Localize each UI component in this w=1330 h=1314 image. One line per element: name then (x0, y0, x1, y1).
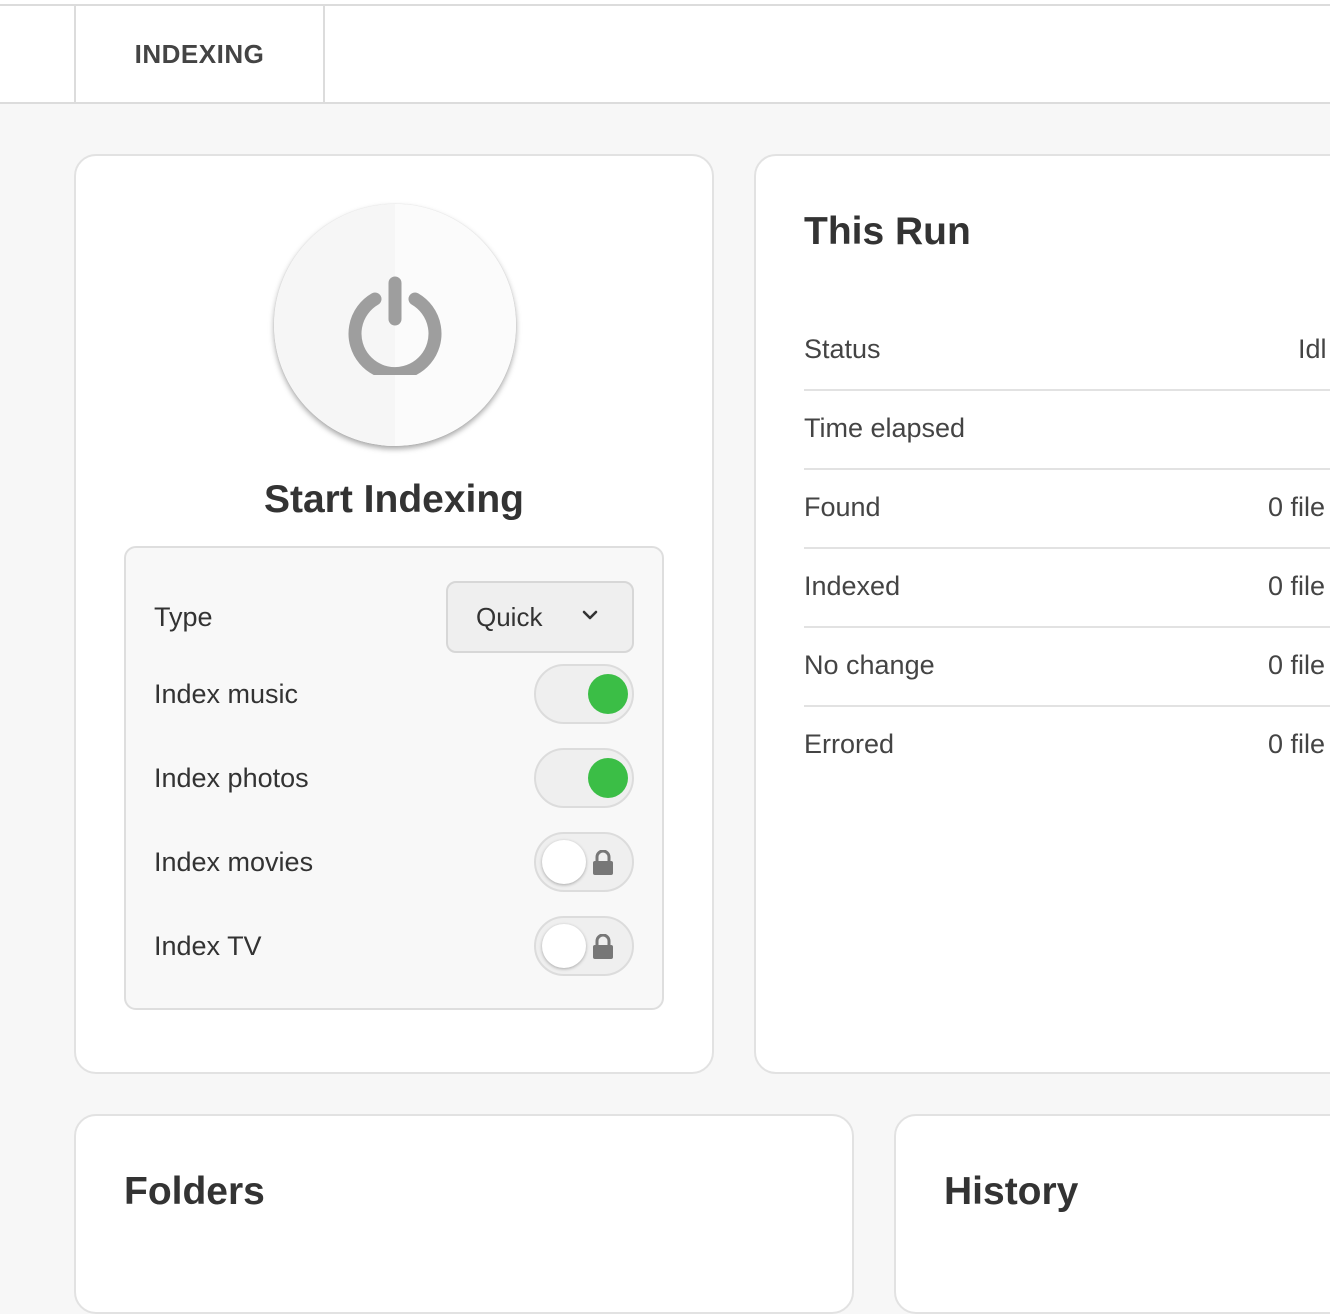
toggle-row-index-tv: Index TV (154, 916, 634, 976)
start-indexing-card: Start Indexing Type Quick Index music In… (74, 154, 714, 1074)
stat-label: Indexed (804, 571, 901, 601)
stat-row-status: Status Idl (804, 312, 1330, 391)
index-tv-toggle[interactable] (534, 916, 634, 976)
toggle-knob (542, 924, 586, 968)
stat-row-errored: Errored 0 file (804, 707, 1330, 786)
index-photos-label: Index photos (154, 762, 309, 793)
stat-value: Idl (1298, 334, 1327, 364)
index-photos-toggle[interactable] (534, 748, 634, 808)
index-movies-label: Index movies (154, 846, 314, 877)
stat-label: Found (804, 492, 881, 522)
toggle-row-index-photos: Index photos (154, 748, 634, 808)
this-run-card: This Run Status Idl Time elapsed Found 0… (754, 154, 1330, 1074)
lock-icon (593, 850, 613, 875)
this-run-title: This Run (804, 210, 971, 253)
index-tv-label: Index TV (154, 930, 262, 961)
tab-bar: INDEXING (0, 6, 1330, 104)
start-indexing-title: Start Indexing (263, 478, 525, 521)
toggle-knob (542, 840, 586, 884)
stat-row-indexed: Indexed 0 file (804, 549, 1330, 628)
toggle-row-index-music: Index music (154, 664, 634, 724)
tab-indexing[interactable]: INDEXING (74, 6, 325, 102)
indexing-options-panel: Type Quick Index music Index photos Inde… (124, 546, 664, 1010)
stat-label: Time elapsed (804, 413, 966, 443)
folders-title: Folders (124, 1170, 265, 1213)
lock-icon (593, 934, 613, 959)
stat-value: 0 file (1268, 729, 1326, 759)
stat-row-no-change: No change 0 file (804, 628, 1330, 707)
stat-label: Errored (804, 729, 895, 759)
type-label: Type (154, 601, 213, 632)
power-icon (348, 276, 442, 375)
toggle-row-index-movies: Index movies (154, 832, 634, 892)
stat-value: 0 file (1268, 650, 1326, 680)
toggle-knob (588, 758, 628, 798)
index-music-toggle[interactable] (534, 664, 634, 724)
type-select-value: Quick (476, 601, 543, 632)
stat-row-time-elapsed: Time elapsed (804, 391, 1330, 470)
type-row: Type Quick (154, 581, 634, 653)
stat-label: Status (804, 334, 881, 364)
history-title: History (944, 1170, 1079, 1213)
history-card: History (894, 1114, 1330, 1314)
chevron-down-icon (582, 610, 598, 620)
toggle-knob (588, 674, 628, 714)
start-indexing-button[interactable] (274, 204, 516, 446)
stat-value: 0 file (1268, 571, 1326, 601)
stat-row-found: Found 0 file (804, 470, 1330, 549)
stat-label: No change (804, 650, 935, 680)
index-music-label: Index music (154, 678, 299, 709)
type-select[interactable]: Quick (446, 581, 634, 653)
folders-card: Folders (74, 1114, 854, 1314)
stat-value: 0 file (1268, 492, 1326, 522)
index-movies-toggle[interactable] (534, 832, 634, 892)
